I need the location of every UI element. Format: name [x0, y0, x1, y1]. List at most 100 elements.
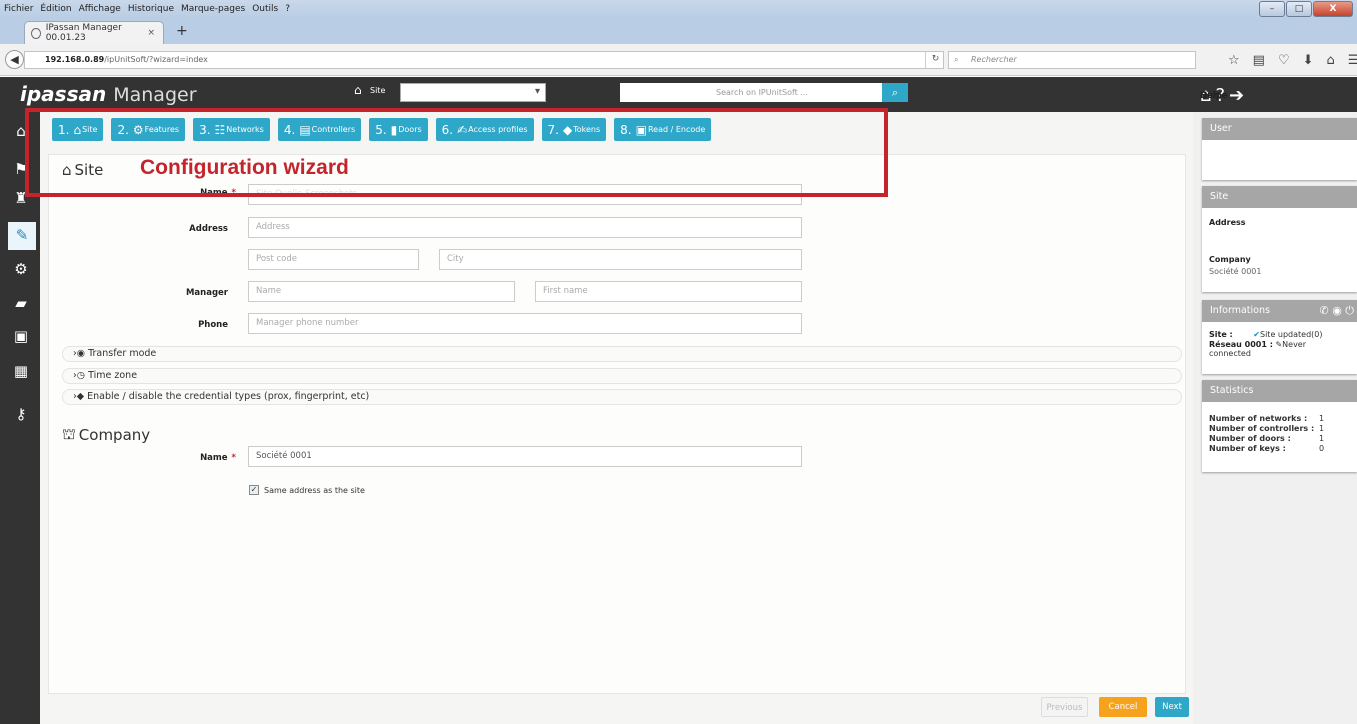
- browser-search-input[interactable]: ⌕ Rechercher: [948, 51, 1196, 69]
- browser-tab[interactable]: IPassan Manager 00.01.23 ×: [24, 21, 164, 44]
- previous-button[interactable]: Previous: [1041, 697, 1088, 717]
- quit-icon[interactable]: ➔: [1229, 85, 1244, 106]
- stats-panel-header: Statistics: [1202, 380, 1357, 402]
- reload-icon[interactable]: ↻: [925, 51, 945, 69]
- download-icon[interactable]: ⬇: [1303, 53, 1314, 68]
- site-select[interactable]: [400, 83, 546, 102]
- phone-icon[interactable]: ✆: [1319, 304, 1328, 317]
- browser-menubar: Fichier Édition Affichage Historique Mar…: [0, 0, 1357, 18]
- monitor-icon[interactable]: ▣: [11, 327, 31, 347]
- stat-label: Number of networks :: [1209, 414, 1308, 423]
- company-name-field[interactable]: Société 0001: [248, 446, 802, 467]
- site-company-value: Société 0001: [1209, 267, 1262, 276]
- new-tab-button[interactable]: +: [176, 23, 188, 39]
- menu-outils[interactable]: Outils: [252, 4, 278, 14]
- cancel-button[interactable]: Cancel: [1099, 697, 1147, 717]
- power-icon[interactable]: ⏻: [1345, 304, 1354, 317]
- next-button[interactable]: Next: [1155, 697, 1189, 717]
- city-field[interactable]: City: [439, 249, 802, 270]
- site-icon: ⌂: [354, 83, 362, 97]
- phone-field[interactable]: Manager phone number: [248, 313, 802, 334]
- home-icon[interactable]: ⌂: [1327, 53, 1335, 68]
- address-field[interactable]: Address: [248, 217, 802, 238]
- book-icon[interactable]: ▰: [11, 294, 31, 314]
- info-site-value: Site updated(0): [1260, 330, 1323, 339]
- logo-brand: ipassan: [20, 82, 107, 106]
- pocket-icon[interactable]: ♡: [1278, 53, 1290, 68]
- menu-marque-pages[interactable]: Marque-pages: [181, 4, 245, 14]
- app-logo[interactable]: ipassan Manager: [20, 82, 197, 106]
- chevron-right-icon: ›◷: [73, 370, 89, 381]
- info-network-label: Réseau 0001 :: [1209, 340, 1273, 349]
- transfer-mode-toggle[interactable]: ›◉ Transfer mode: [62, 346, 1182, 362]
- browser-navbar: ◀ 192.168.0.89/ipUnitSoft/?wizard=index …: [0, 44, 1357, 76]
- logo-suffix: Manager: [113, 84, 197, 106]
- site-panel-header: Site: [1202, 186, 1357, 208]
- favicon-icon: [31, 27, 41, 39]
- window-controls: – □ X: [1258, 1, 1353, 17]
- back-button[interactable]: ◀: [5, 50, 24, 69]
- menu-fichier[interactable]: Fichier: [4, 4, 33, 14]
- info-site-label: Site :: [1209, 330, 1233, 339]
- info-panel-body: Site : ✔Site updated(0) Réseau 0001 : ✎N…: [1202, 322, 1357, 364]
- factory-icon: ⛫: [62, 425, 76, 443]
- menu-affichage[interactable]: Affichage: [79, 4, 121, 14]
- screen: Fichier Édition Affichage Historique Mar…: [0, 0, 1357, 724]
- url-bar[interactable]: 192.168.0.89/ipUnitSoft/?wizard=index: [24, 51, 944, 69]
- eye-icon[interactable]: ◉: [1332, 304, 1342, 317]
- menu-edition[interactable]: Édition: [40, 4, 71, 14]
- postcode-field[interactable]: Post code: [248, 249, 419, 270]
- search-icon: ⌕: [891, 86, 899, 99]
- manager-name-field[interactable]: Name: [248, 281, 515, 302]
- maximize-button[interactable]: □: [1286, 1, 1312, 17]
- stat-value: 1: [1319, 414, 1325, 423]
- minimize-button[interactable]: –: [1259, 1, 1285, 17]
- wizard-highlight-box: [25, 108, 888, 197]
- site-panel: Site Address Company Société 0001: [1202, 186, 1357, 292]
- site-edit-icon[interactable]: ✎: [8, 222, 36, 250]
- url-host: 192.168.0.89: [45, 55, 105, 64]
- site-company-label: Company: [1209, 255, 1251, 264]
- bookmarks-icon[interactable]: ▤: [1253, 53, 1265, 68]
- gears-icon[interactable]: ⚙: [11, 260, 31, 280]
- stat-label: Number of controllers :: [1209, 424, 1315, 433]
- stat-label: Number of doors :: [1209, 434, 1291, 443]
- manager-label: Manager: [185, 288, 228, 298]
- credential-types-toggle[interactable]: ›◆ Enable / disable the credential types…: [62, 389, 1182, 405]
- star-icon[interactable]: ☆: [1228, 53, 1240, 68]
- time-zone-toggle[interactable]: ›◷ Time zone: [62, 368, 1182, 384]
- required-marker: *: [231, 453, 236, 463]
- stats-panel: Statistics Number of networks : 1 Number …: [1202, 380, 1357, 472]
- app-search-input[interactable]: Search on IPUnitSoft ...: [620, 83, 892, 102]
- quit-link[interactable]: Quit: [1200, 91, 1220, 101]
- address-label: Address: [189, 224, 228, 234]
- company-section-title: Company: [78, 426, 151, 444]
- tab-close-icon[interactable]: ×: [147, 28, 155, 38]
- transfer-mode-label: Transfer mode: [88, 348, 157, 359]
- menu-help[interactable]: ?: [285, 4, 290, 14]
- key-icon[interactable]: ⚷: [11, 405, 31, 425]
- tab-title: IPassan Manager 00.01.23: [45, 23, 122, 43]
- manager-firstname-field[interactable]: First name: [535, 281, 802, 302]
- menu-historique[interactable]: Historique: [128, 4, 174, 14]
- close-window-button[interactable]: X: [1313, 1, 1353, 17]
- menu-icon[interactable]: ☰: [1348, 53, 1357, 68]
- stat-row: Number of controllers : 1: [1209, 424, 1350, 434]
- stats-panel-body: Number of networks : 1 Number of controll…: [1202, 402, 1357, 460]
- same-address-checkbox-row[interactable]: ✓ Same address as the site: [249, 485, 365, 495]
- user-panel-value: [1202, 140, 1357, 152]
- browser-toolbar: ☆ ▤ ♡ ⬇ ⌂ ☰: [1228, 53, 1357, 68]
- header-nav: ⌂ Home ? Help ➔ Quit: [1200, 85, 1248, 106]
- same-address-checkbox[interactable]: ✓: [249, 485, 259, 495]
- toolbox-icon[interactable]: ▦: [11, 362, 31, 382]
- site-address-label: Address: [1209, 218, 1246, 227]
- url-path: /ipUnitSoft/?wizard=index: [104, 55, 208, 64]
- info-panel-actions: ✆ ◉ ⏻: [1319, 300, 1354, 322]
- left-sidebar: ⌂ ⚑ ♜ ✎ ⚙ ▰ ▣ ▦ ⚷: [0, 112, 40, 724]
- browser-search-placeholder: Rechercher: [971, 55, 1017, 64]
- stat-value: 0: [1319, 444, 1325, 453]
- app-search-button[interactable]: ⌕: [882, 83, 908, 102]
- site-select-label: Site: [370, 86, 386, 95]
- site-panel-body: Address Company Société 0001: [1202, 208, 1357, 282]
- same-address-label: Same address as the site: [264, 485, 365, 495]
